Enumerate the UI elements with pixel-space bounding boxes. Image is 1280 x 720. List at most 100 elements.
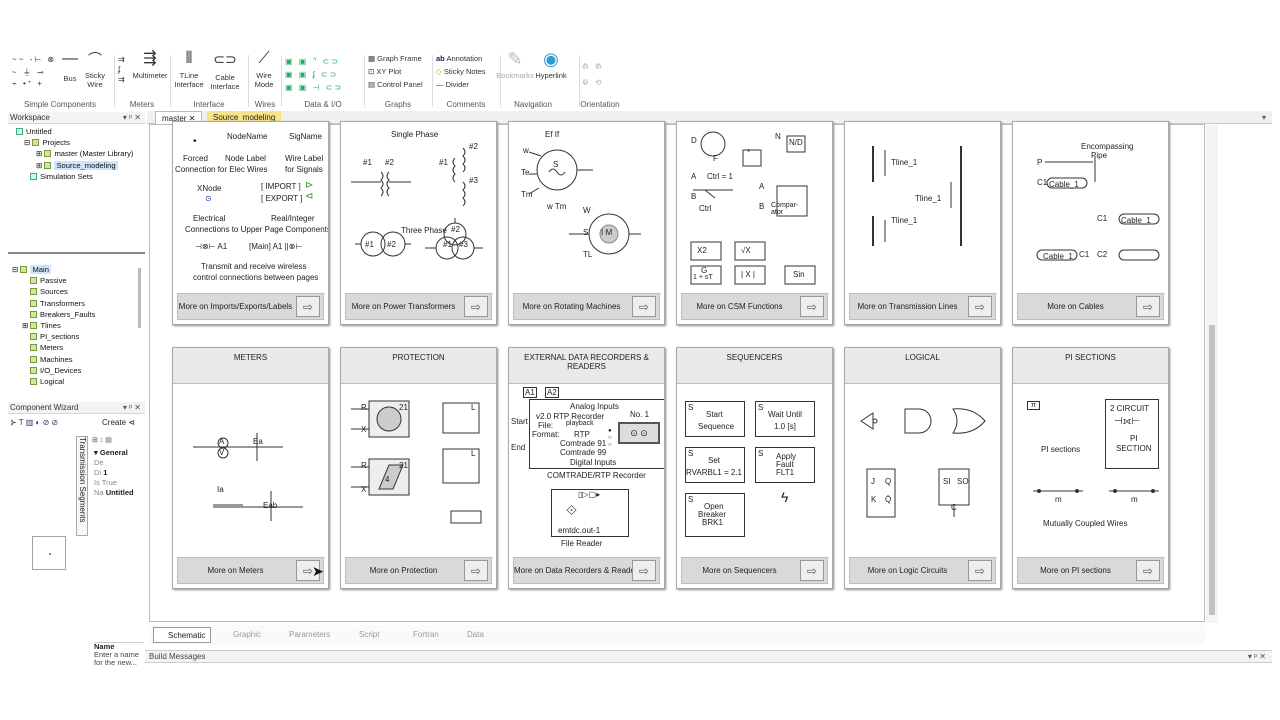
- more-link[interactable]: More on Meters: [178, 558, 293, 583]
- divider-button[interactable]: — Divider: [436, 80, 469, 89]
- more-link[interactable]: More on Power Transformers: [346, 294, 461, 319]
- tree-item-def[interactable]: Transformers: [12, 298, 145, 309]
- data-io-icons[interactable]: ▣ ▣ ⌝ ⊂⊃ ▣ ▣ ʄ ⊂⊃ ▣ ▣ ⊣ ⊂⊃: [285, 55, 343, 94]
- seq-fault-block: S Apply Fault FLT1: [755, 447, 815, 483]
- next-arrow-icon[interactable]: ⇨: [464, 296, 488, 317]
- tree-item-source-modeling[interactable]: ⊞ Source_modeling: [16, 160, 145, 171]
- ribbon-group-interface: ⫴ TLine Interface ⊂⊃ Cable Interface Interfa…: [172, 51, 246, 111]
- tab-graphic[interactable]: Graphic: [219, 627, 261, 643]
- hyperlink-button[interactable]: ◉ Hyperlink: [534, 50, 568, 80]
- graph-frame-button[interactable]: ▦ Graph Frame: [368, 54, 422, 63]
- tree-item-untitled[interactable]: Untitled: [16, 126, 145, 137]
- more-link[interactable]: More on Transmission Lines: [850, 294, 965, 319]
- next-arrow-icon[interactable]: ⇨: [968, 296, 992, 317]
- cable-interface-button[interactable]: ⊂⊃ Cable Interface: [206, 52, 244, 91]
- wizard-toolbar[interactable]: ⊱ T ▥ ◐ ⊘ ⊘: [10, 418, 58, 427]
- more-link[interactable]: More on PI sections: [1018, 558, 1133, 583]
- next-arrow-icon[interactable]: ⇨: [800, 296, 824, 317]
- bookmarks-button[interactable]: ✎ Bookmarks: [496, 50, 534, 80]
- ribbon-group-data-io: ▣ ▣ ⌝ ⊂⊃ ▣ ▣ ʄ ⊂⊃ ▣ ▣ ⊣ ⊂⊃ Data & I/O: [283, 51, 363, 111]
- next-arrow-icon[interactable]: ⇨: [1136, 296, 1160, 317]
- prop-row[interactable]: Is True: [94, 478, 134, 488]
- tree-item-def[interactable]: Machines: [12, 354, 145, 365]
- wire-mode-button[interactable]: ⟋ Wire Mode: [250, 51, 278, 90]
- ribbon-group-meters: ⇉ ʄ ⇉ ⇶ Multimeter Meters: [116, 51, 168, 111]
- tree-item-def[interactable]: PI_sections: [12, 331, 145, 342]
- tree-item-def[interactable]: Logical: [12, 376, 145, 387]
- workspace-header: Workspace ▾ ᵖ ✕: [8, 112, 145, 124]
- next-arrow-icon[interactable]: ⇨: [632, 560, 656, 581]
- card-csm-functions: D F N N/D * Ctrl = 1 A B Ctrl A B Compar…: [676, 121, 833, 325]
- bus-button[interactable]: — Bus: [60, 51, 80, 84]
- multimeter-button[interactable]: ⇶ Multimeter: [132, 51, 168, 81]
- vertical-scrollbar[interactable]: [1206, 125, 1218, 623]
- sort-icons[interactable]: ⊞ ↕ ▤: [92, 436, 112, 444]
- next-arrow-icon[interactable]: ⇨: [968, 560, 992, 581]
- more-link[interactable]: More on CSM Functions: [682, 294, 797, 319]
- create-button[interactable]: Create ⊲: [102, 418, 135, 427]
- sticky-notes-button[interactable]: ◇ Sticky Notes: [436, 67, 486, 76]
- schematic-canvas[interactable]: • NodeName SigName Forced Node Label Wir…: [149, 121, 1218, 623]
- prop-row[interactable]: Na Untitled: [94, 488, 134, 498]
- card-transmission-lines: Tline_1 Tline_1 Tline_1 More on Transmis…: [844, 121, 1001, 325]
- ribbon-group-navigation: ✎ Bookmarks ◉ Hyperlink Navigation: [488, 50, 578, 111]
- tree-item-def[interactable]: Meters: [12, 342, 145, 353]
- xy-plot-button[interactable]: ⊡ XY Plot: [368, 67, 401, 76]
- vertical-tab[interactable]: Transmission Segments: [76, 436, 88, 536]
- resistor-icon[interactable]: ~~ -⊢ ⊗: [12, 55, 56, 64]
- more-link[interactable]: More on Data Recorders & Readers: [514, 558, 642, 583]
- card-footer: More on Power Transformers ⇨: [345, 293, 492, 320]
- general-category[interactable]: ▾ General: [94, 448, 134, 458]
- tree-item-master[interactable]: ⊞ master (Master Library): [16, 148, 145, 159]
- seq-start-block: S Start Sequence: [685, 401, 745, 437]
- more-link[interactable]: More on Sequencers: [682, 558, 797, 583]
- tree-item-def[interactable]: Sources: [12, 286, 145, 297]
- card-footer: More on Sequencers ⇨: [681, 557, 828, 584]
- control-panel-button[interactable]: ▤ Control Panel: [368, 80, 423, 89]
- panel-controls[interactable]: ▾ ᵖ ✕: [123, 402, 141, 414]
- tab-script[interactable]: Script: [345, 627, 379, 643]
- tree-item-main[interactable]: ⊟ Main: [12, 264, 145, 275]
- tree-item-projects[interactable]: ⊟ Projects: [16, 137, 145, 148]
- orientation-icons[interactable]: ⟰ ⟰ ⟱ ⟲: [582, 59, 604, 91]
- wizard-title: Component Wizard: [10, 403, 79, 412]
- inductor-icon[interactable]: ~ ⏚ ⊸: [12, 67, 46, 78]
- tab-parameters[interactable]: Parameters: [275, 627, 330, 643]
- annotation-button[interactable]: ab Annotation: [436, 54, 482, 63]
- next-arrow-icon[interactable]: ⇨: [464, 560, 488, 581]
- next-arrow-icon[interactable]: ⇨: [800, 560, 824, 581]
- source-icon[interactable]: ⌁ •ᐩ +: [12, 79, 44, 88]
- panel-controls[interactable]: ▾ ᵖ ✕: [123, 112, 141, 124]
- next-arrow-icon[interactable]: ⇨: [1136, 560, 1160, 581]
- more-link[interactable]: More on Imports/Exports/Labels: [178, 294, 293, 319]
- meter-small-icons[interactable]: ⇉ ʄ ⇉: [118, 55, 127, 85]
- vertical-tab-label: Transmission Segments: [78, 437, 87, 523]
- scrollbar[interactable]: [138, 268, 141, 328]
- tree-item-simulation-sets[interactable]: Simulation Sets: [16, 171, 145, 182]
- more-link[interactable]: More on Logic Circuits: [850, 558, 965, 583]
- tab-schematic[interactable]: Schematic: [153, 627, 212, 643]
- tree-item-def[interactable]: I/O_Devices: [12, 365, 145, 376]
- component-wizard-panel: Component Wizard ▾ ᵖ ✕ ⊱ T ▥ ◐ ⊘ ⊘ Creat…: [8, 402, 145, 668]
- card-footer: More on Transmission Lines ⇨: [849, 293, 996, 320]
- more-link[interactable]: More on Rotating Machines: [514, 294, 629, 319]
- next-arrow-icon[interactable]: ⇨: [296, 296, 320, 317]
- tree-item-def[interactable]: Breakers_Faults: [12, 309, 145, 320]
- tab-fortran[interactable]: Fortran: [399, 627, 439, 643]
- ribbon: ~~ -⊢ ⊗ ~ ⏚ ⊸ ⌁ •ᐩ + — Bus ⌒ Sticky Wire S…: [8, 50, 1272, 111]
- card-cables: Encompassing Pipe P C1 Cable_1 C1 Cable_…: [1012, 121, 1169, 325]
- more-link[interactable]: More on Protection: [346, 558, 461, 583]
- prop-row[interactable]: De: [94, 458, 134, 468]
- tree-item-def[interactable]: ⊞ Tlines: [12, 320, 145, 331]
- build-messages-bar[interactable]: Build Messages ▾ ᵖ ✕: [145, 650, 1272, 663]
- more-link[interactable]: More on Cables: [1018, 294, 1133, 319]
- sticky-wire-button[interactable]: ⌒ Sticky Wire: [82, 52, 108, 89]
- tline-interface-button[interactable]: ⫴ TLine Interface: [172, 51, 206, 90]
- meter-icons: [193, 433, 303, 521]
- panel-controls[interactable]: ▾ ᵖ ✕: [1248, 651, 1266, 663]
- tab-data[interactable]: Data: [453, 627, 484, 643]
- prop-row[interactable]: Di 1: [94, 468, 134, 478]
- next-arrow-icon[interactable]: ⇨: [632, 296, 656, 317]
- tree-item-def[interactable]: Passive: [12, 275, 145, 286]
- tab-menu-icon[interactable]: ▾: [1256, 111, 1272, 124]
